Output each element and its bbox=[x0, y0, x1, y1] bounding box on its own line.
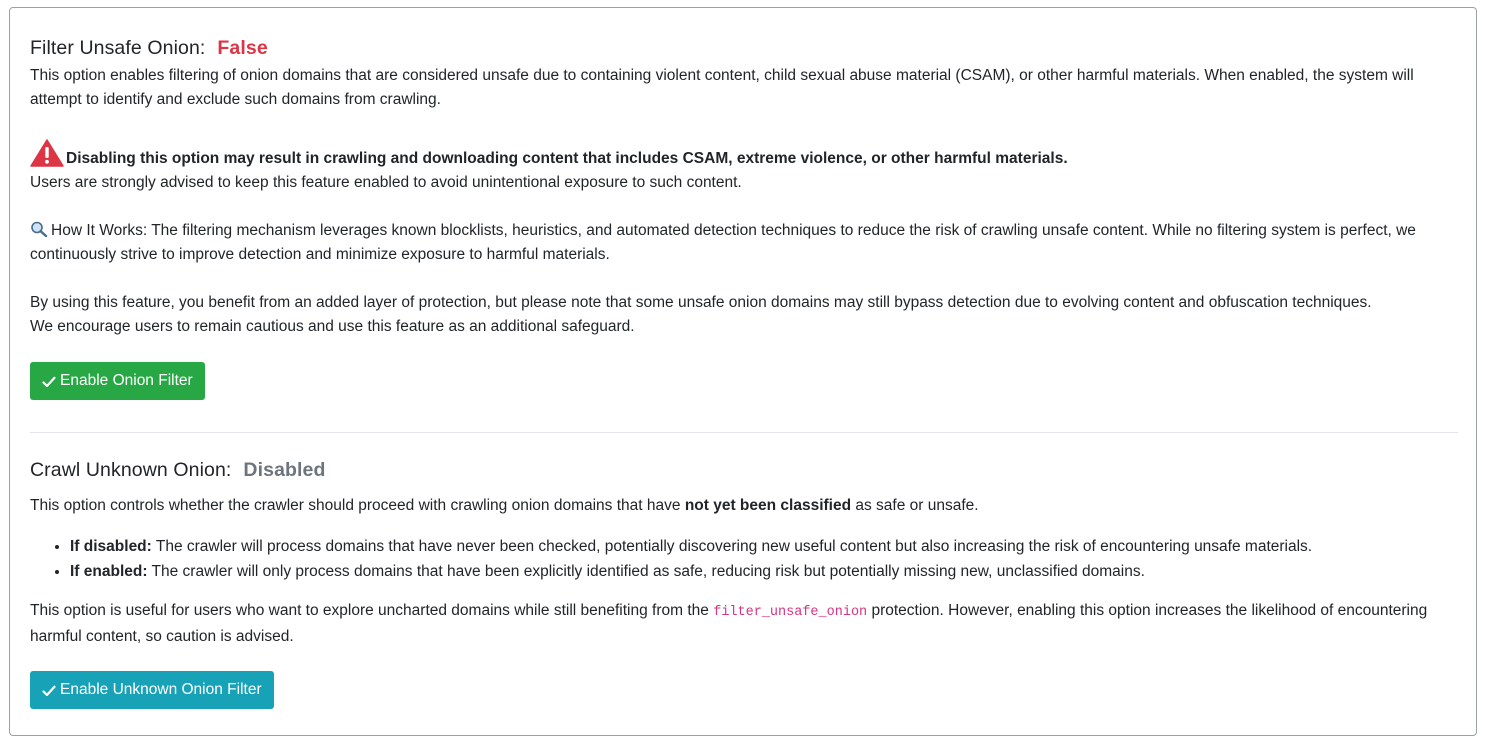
filter-unsafe-onion-title: Filter Unsafe Onion: False bbox=[30, 35, 268, 61]
crawl-mode-list: If disabled: The crawler will process do… bbox=[30, 534, 1470, 584]
filter-unsafe-onion-description: This option enables filtering of onion d… bbox=[30, 67, 1414, 108]
crawl-unknown-onion-label: Crawl Unknown Onion: bbox=[30, 459, 232, 481]
filter-unsafe-onion-status: False bbox=[217, 37, 268, 59]
how-it-works-text: How It Works: The filtering mechanism le… bbox=[30, 222, 1416, 263]
magnifying-glass-icon bbox=[30, 221, 48, 238]
crawl-unknown-onion-description: This option controls whether the crawler… bbox=[30, 494, 1450, 518]
enable-unknown-onion-filter-label: Enable Unknown Onion Filter bbox=[60, 681, 262, 698]
settings-card: Filter Unsafe Onion: False This option en… bbox=[9, 7, 1477, 736]
protection-line-1: By using this feature, you benefit from … bbox=[30, 294, 1372, 311]
description-post: as safe or unsafe. bbox=[851, 497, 979, 514]
crawl-unknown-onion-status: Disabled bbox=[243, 459, 326, 481]
list-item-if-disabled: If disabled: The crawler will process do… bbox=[70, 534, 1470, 559]
if-disabled-text: The crawler will process domains that ha… bbox=[151, 538, 1313, 555]
list-item-if-enabled: If enabled: The crawler will only proces… bbox=[70, 559, 1470, 584]
enable-onion-filter-label: Enable Onion Filter bbox=[60, 372, 193, 389]
filter-unsafe-onion-code: filter_unsafe_onion bbox=[713, 605, 868, 620]
filter-unsafe-onion-label: Filter Unsafe Onion: bbox=[30, 37, 206, 59]
description-pre: This option controls whether the crawler… bbox=[30, 497, 685, 514]
crawl-unknown-onion-title: Crawl Unknown Onion: Disabled bbox=[30, 457, 326, 483]
section-divider bbox=[30, 432, 1458, 433]
check-icon bbox=[42, 375, 56, 388]
unsafe-warning-text: Users are strongly advised to keep this … bbox=[30, 174, 742, 191]
enable-unknown-onion-filter-button[interactable]: Enable Unknown Onion Filter bbox=[30, 671, 274, 709]
unsafe-warning-bold: Disabling this option may result in craw… bbox=[66, 150, 1068, 167]
protection-paragraph: By using this feature, you benefit from … bbox=[30, 291, 1450, 339]
unsafe-warning: Disabling this option may result in craw… bbox=[30, 139, 1450, 195]
note-pre: This option is useful for users who want… bbox=[30, 602, 714, 619]
protection-line-2: We encourage users to remain cautious an… bbox=[30, 318, 635, 335]
enable-onion-filter-button[interactable]: Enable Onion Filter bbox=[30, 362, 205, 400]
crawl-unknown-onion-note: This option is useful for users who want… bbox=[30, 599, 1450, 649]
warning-triangle-icon bbox=[30, 139, 64, 167]
if-enabled-label: If enabled: bbox=[70, 563, 148, 580]
how-it-works-paragraph: How It Works: The filtering mechanism le… bbox=[30, 219, 1450, 267]
check-icon bbox=[42, 684, 56, 697]
if-disabled-label: If disabled: bbox=[70, 538, 152, 555]
description-bold: not yet been classified bbox=[684, 497, 852, 514]
if-enabled-text: The crawler will only process domains th… bbox=[147, 563, 1145, 580]
